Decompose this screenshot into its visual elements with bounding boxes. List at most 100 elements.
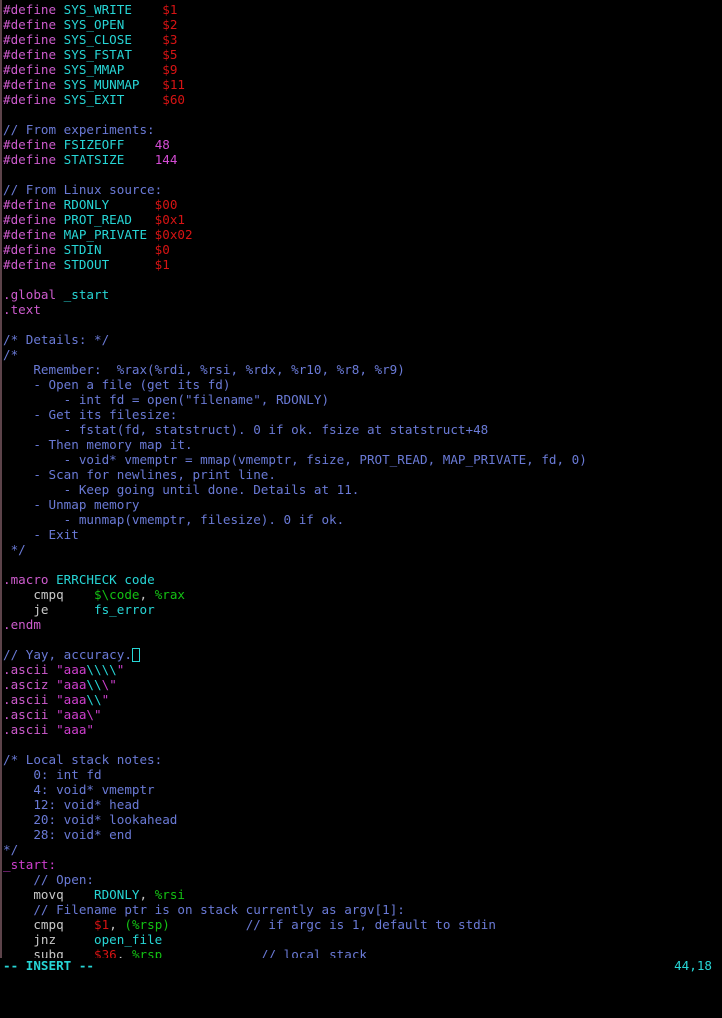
code-token: 0: int fd: [3, 767, 102, 782]
code-token: "aaa: [56, 707, 87, 722]
code-token: $1: [94, 917, 110, 932]
code-line[interactable]: cmpq $\code, %rax: [3, 587, 722, 602]
code-line[interactable]: .macro ERRCHECK code: [3, 572, 722, 587]
code-token: Remember: %rax(%rdi, %rsi, %rdx, %r10, %…: [3, 362, 405, 377]
code-line[interactable]: 12: void* head: [3, 797, 722, 812]
code-token: $00: [154, 197, 178, 212]
code-line[interactable]: cmpq $1, (%rsp) // if argc is 1, default…: [3, 917, 722, 932]
code-line[interactable]: #define SYS_OPEN $2: [3, 17, 722, 32]
code-line[interactable]: #define SYS_MUNMAP $11: [3, 77, 722, 92]
code-line[interactable]: #define SYS_WRITE $1: [3, 2, 722, 17]
code-token: "aaa": [56, 722, 94, 737]
code-line[interactable]: - int fd = open("filename", RDONLY): [3, 392, 722, 407]
code-line[interactable]: // Open:: [3, 872, 722, 887]
code-token: - Scan for newlines, print line.: [3, 467, 276, 482]
code-token: #define: [3, 242, 64, 257]
code-line[interactable]: /* Local stack notes:: [3, 752, 722, 767]
code-line[interactable]: [3, 167, 722, 182]
code-token: $9: [162, 62, 178, 77]
code-token: #define: [3, 17, 64, 32]
code-line[interactable]: 20: void* lookahead: [3, 812, 722, 827]
code-line[interactable]: - Unmap memory: [3, 497, 722, 512]
code-line[interactable]: #define SYS_EXIT $60: [3, 92, 722, 107]
code-line[interactable]: .ascii "aaa\\\\": [3, 662, 722, 677]
code-token: .ascii: [3, 707, 57, 722]
code-line[interactable]: - munmap(vmemptr, filesize). 0 if ok.: [3, 512, 722, 527]
code-token: ,: [139, 587, 155, 602]
code-line[interactable]: #define FSIZEOFF 48: [3, 137, 722, 152]
code-line[interactable]: #define STDOUT $1: [3, 257, 722, 272]
vim-text-buffer[interactable]: #define SYS_WRITE $1 #define SYS_OPEN $2 #…: [0, 0, 722, 962]
code-line[interactable]: .asciz "aaa\\\": [3, 677, 722, 692]
vim-mode-indicator: -- INSERT --: [3, 958, 94, 973]
code-token: */: [3, 542, 26, 557]
code-line[interactable]: - Open a file (get its fd): [3, 377, 722, 392]
code-line[interactable]: // Filename ptr is on stack currently as…: [3, 902, 722, 917]
code-line[interactable]: [3, 272, 722, 287]
code-token: #define: [3, 62, 64, 77]
code-line[interactable]: [3, 557, 722, 572]
code-line[interactable]: [3, 737, 722, 752]
code-line[interactable]: 4: void* vmemptr: [3, 782, 722, 797]
code-token: // if argc is 1, default to stdin: [245, 917, 496, 932]
code-line[interactable]: .ascii "aaa\": [3, 707, 722, 722]
code-line[interactable]: .endm: [3, 617, 722, 632]
code-token: open_file: [94, 932, 163, 947]
code-line[interactable]: */: [3, 842, 722, 857]
code-line[interactable]: #define RDONLY $00: [3, 197, 722, 212]
code-line[interactable]: 0: int fd: [3, 767, 722, 782]
code-line[interactable]: #define STATSIZE 144: [3, 152, 722, 167]
code-line[interactable]: - Exit: [3, 527, 722, 542]
code-line[interactable]: je fs_error: [3, 602, 722, 617]
code-token: SYS_MUNMAP: [63, 77, 140, 92]
code-line[interactable]: #define STDIN $0: [3, 242, 722, 257]
code-line[interactable]: /* Details: */: [3, 332, 722, 347]
code-token: - munmap(vmemptr, filesize). 0 if ok.: [3, 512, 345, 527]
code-line[interactable]: - Scan for newlines, print line.: [3, 467, 722, 482]
code-line[interactable]: // Yay, accuracy.: [3, 647, 722, 662]
code-token: - Get its filesize:: [3, 407, 178, 422]
code-line[interactable]: jnz open_file: [3, 932, 722, 947]
code-line[interactable]: // From Linux source:: [3, 182, 722, 197]
code-line[interactable]: // From experiments:: [3, 122, 722, 137]
code-token: SYS_CLOSE: [63, 32, 132, 47]
code-token: */: [3, 842, 19, 857]
code-line[interactable]: */: [3, 542, 722, 557]
code-token: SYS_WRITE: [63, 2, 132, 17]
code-line[interactable]: - void* vmemptr = mmap(vmemptr, fsize, P…: [3, 452, 722, 467]
code-line[interactable]: - Keep going until done. Details at 11.: [3, 482, 722, 497]
code-line[interactable]: - Get its filesize:: [3, 407, 722, 422]
code-line[interactable]: movq RDONLY, %rsi: [3, 887, 722, 902]
code-line[interactable]: .text: [3, 302, 722, 317]
code-token: FSIZEOFF: [63, 137, 125, 152]
code-token: #define: [3, 92, 64, 107]
code-line[interactable]: _start:: [3, 857, 722, 872]
code-line[interactable]: #define SYS_CLOSE $3: [3, 32, 722, 47]
code-line[interactable]: .global _start: [3, 287, 722, 302]
code-line[interactable]: #define SYS_MMAP $9: [3, 62, 722, 77]
code-line[interactable]: [3, 107, 722, 122]
code-line[interactable]: .ascii "aaa": [3, 722, 722, 737]
code-token: cmpq: [3, 587, 64, 602]
code-line[interactable]: - fstat(fd, statstruct). 0 if ok. fsize …: [3, 422, 722, 437]
code-line[interactable]: .ascii "aaa\\": [3, 692, 722, 707]
code-line[interactable]: #define SYS_FSTAT $5: [3, 47, 722, 62]
code-line[interactable]: #define PROT_READ $0x1: [3, 212, 722, 227]
code-line[interactable]: #define MAP_PRIVATE $0x02: [3, 227, 722, 242]
code-token: - Open a file (get its fd): [3, 377, 231, 392]
code-line[interactable]: [3, 632, 722, 647]
code-line[interactable]: 28: void* end: [3, 827, 722, 842]
code-line[interactable]: - Then memory map it.: [3, 437, 722, 452]
code-line[interactable]: /*: [3, 347, 722, 362]
code-token: cmpq: [3, 917, 64, 932]
code-line[interactable]: [3, 317, 722, 332]
code-line[interactable]: Remember: %rax(%rdi, %rsi, %rdx, %r10, %…: [3, 362, 722, 377]
code-token: RDONLY: [94, 887, 140, 902]
